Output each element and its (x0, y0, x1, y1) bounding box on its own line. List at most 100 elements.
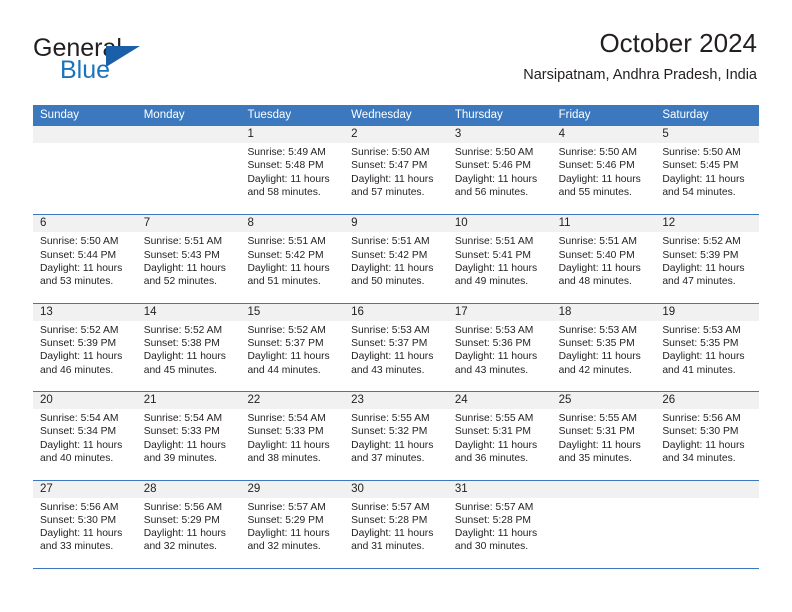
page-title: October 2024 (599, 28, 757, 58)
daylight-text: Daylight: 11 hours and 49 minutes. (454, 262, 538, 288)
day-number: 25 (551, 392, 656, 410)
sunrise-text: Sunrise: 5:56 AM (143, 501, 223, 513)
day-details: Sunrise: 5:54 AM Sunset: 5:33 PM Dayligh… (137, 409, 241, 465)
day-details: Sunrise: 5:51 AM Sunset: 5:42 PM Dayligh… (344, 232, 448, 288)
day-cell[interactable] (655, 480, 760, 568)
sunset-text: Sunset: 5:32 PM (351, 426, 428, 438)
sunset-text: Sunset: 5:30 PM (662, 426, 739, 438)
day-cell[interactable]: 12 Sunrise: 5:52 AM Sunset: 5:39 PM Dayl… (655, 215, 760, 303)
day-number: 27 (33, 480, 137, 498)
day-cell[interactable]: 31 Sunrise: 5:57 AM Sunset: 5:28 PM Dayl… (447, 480, 552, 568)
day-cell[interactable]: 24 Sunrise: 5:55 AM Sunset: 5:31 PM Dayl… (447, 392, 552, 480)
day-cell[interactable]: 13 Sunrise: 5:52 AM Sunset: 5:39 PM Dayl… (33, 303, 137, 392)
sunrise-text: Sunrise: 5:55 AM (351, 413, 430, 425)
daylight-text: Daylight: 11 hours and 36 minutes. (454, 439, 538, 465)
sunset-text: Sunset: 5:37 PM (351, 338, 428, 350)
sunset-text: Sunset: 5:38 PM (143, 338, 220, 350)
day-cell[interactable]: 6 Sunrise: 5:50 AM Sunset: 5:44 PM Dayli… (33, 215, 137, 303)
day-number (655, 480, 760, 498)
day-details: Sunrise: 5:54 AM Sunset: 5:34 PM Dayligh… (33, 409, 137, 465)
daylight-text: Daylight: 11 hours and 37 minutes. (351, 439, 434, 465)
daylight-text: Daylight: 11 hours and 58 minutes. (247, 173, 330, 198)
day-number: 9 (344, 215, 448, 233)
day-cell[interactable] (551, 480, 656, 568)
day-cell[interactable]: 7 Sunrise: 5:51 AM Sunset: 5:43 PM Dayli… (136, 215, 241, 303)
day-cell[interactable]: 14 Sunrise: 5:52 AM Sunset: 5:38 PM Dayl… (136, 303, 241, 392)
daylight-text: Daylight: 11 hours and 35 minutes. (558, 439, 641, 465)
sunset-text: Sunset: 5:35 PM (558, 338, 635, 350)
sunset-text: Sunset: 5:39 PM (40, 338, 117, 350)
day-cell[interactable]: 11 Sunrise: 5:51 AM Sunset: 5:40 PM Dayl… (551, 215, 656, 303)
day-cell[interactable] (136, 126, 241, 215)
day-cell[interactable]: 2 Sunrise: 5:50 AM Sunset: 5:47 PM Dayli… (344, 126, 448, 215)
day-cell[interactable]: 4 Sunrise: 5:50 AM Sunset: 5:46 PM Dayli… (551, 126, 656, 215)
day-cell[interactable]: 10 Sunrise: 5:51 AM Sunset: 5:41 PM Dayl… (447, 215, 552, 303)
weekday-header-thursday: Thursday (454, 109, 503, 121)
daylight-text: Daylight: 11 hours and 43 minutes. (454, 351, 538, 376)
day-cell[interactable]: 25 Sunrise: 5:55 AM Sunset: 5:31 PM Dayl… (551, 392, 656, 480)
day-cell[interactable]: 3 Sunrise: 5:50 AM Sunset: 5:46 PM Dayli… (447, 126, 552, 215)
day-cell[interactable]: 16 Sunrise: 5:53 AM Sunset: 5:37 PM Dayl… (344, 303, 448, 392)
day-number: 28 (136, 480, 241, 498)
day-cell[interactable]: 30 Sunrise: 5:57 AM Sunset: 5:28 PM Dayl… (344, 480, 448, 568)
sunset-text: Sunset: 5:40 PM (558, 249, 635, 261)
day-cell[interactable]: 8 Sunrise: 5:51 AM Sunset: 5:42 PM Dayli… (240, 215, 345, 303)
day-cell[interactable]: 18 Sunrise: 5:53 AM Sunset: 5:35 PM Dayl… (551, 303, 656, 392)
day-cell[interactable]: 29 Sunrise: 5:57 AM Sunset: 5:29 PM Dayl… (240, 480, 345, 568)
day-cell[interactable]: 1 Sunrise: 5:49 AM Sunset: 5:48 PM Dayli… (240, 126, 345, 215)
sunrise-text: Sunrise: 5:54 AM (143, 413, 223, 425)
calendar-grid: Sunday Monday Tuesday Wednesday Thursday… (33, 105, 760, 569)
weekday-header-wednesday: Wednesday (351, 109, 412, 121)
weekday-header-saturday: Saturday (662, 109, 709, 121)
sunset-text: Sunset: 5:36 PM (454, 338, 532, 350)
day-cell[interactable]: 23 Sunrise: 5:55 AM Sunset: 5:32 PM Dayl… (344, 392, 448, 480)
day-cell[interactable]: 19 Sunrise: 5:53 AM Sunset: 5:35 PM Dayl… (655, 303, 760, 392)
day-number: 2 (344, 126, 448, 143)
day-cell[interactable]: 28 Sunrise: 5:56 AM Sunset: 5:29 PM Dayl… (136, 480, 241, 568)
daylight-text: Daylight: 11 hours and 56 minutes. (454, 173, 538, 198)
sunset-text: Sunset: 5:28 PM (454, 514, 532, 526)
day-cell[interactable]: 26 Sunrise: 5:56 AM Sunset: 5:30 PM Dayl… (655, 392, 760, 480)
day-cell[interactable]: 20 Sunrise: 5:54 AM Sunset: 5:34 PM Dayl… (33, 392, 137, 480)
sunrise-text: Sunrise: 5:53 AM (454, 324, 534, 336)
week-row: 13 Sunrise: 5:52 AM Sunset: 5:39 PM Dayl… (33, 302, 760, 392)
day-number: 4 (551, 126, 656, 143)
sunrise-text: Sunrise: 5:52 AM (662, 236, 741, 248)
sunset-text: Sunset: 5:29 PM (143, 514, 220, 526)
sunrise-text: Sunrise: 5:53 AM (558, 324, 638, 336)
day-number (136, 126, 241, 143)
day-cell[interactable]: 22 Sunrise: 5:54 AM Sunset: 5:33 PM Dayl… (240, 392, 345, 480)
general-blue-logo[interactable]: General Blue (33, 34, 223, 92)
day-details: Sunrise: 5:50 AM Sunset: 5:44 PM Dayligh… (33, 232, 137, 288)
day-cell[interactable] (33, 126, 137, 215)
day-cell[interactable]: 5 Sunrise: 5:50 AM Sunset: 5:45 PM Dayli… (655, 126, 760, 215)
daylight-text: Daylight: 11 hours and 34 minutes. (662, 439, 745, 465)
day-cell[interactable]: 27 Sunrise: 5:56 AM Sunset: 5:30 PM Dayl… (33, 480, 137, 568)
day-number: 31 (447, 480, 552, 498)
day-details: Sunrise: 5:50 AM Sunset: 5:45 PM Dayligh… (655, 143, 759, 199)
sunset-text: Sunset: 5:42 PM (247, 249, 324, 261)
daylight-text: Daylight: 11 hours and 52 minutes. (143, 262, 226, 288)
day-number: 3 (447, 126, 552, 143)
sunrise-text: Sunrise: 5:50 AM (40, 236, 119, 248)
day-cell[interactable]: 15 Sunrise: 5:52 AM Sunset: 5:37 PM Dayl… (240, 303, 345, 392)
daylight-text: Daylight: 11 hours and 45 minutes. (143, 351, 226, 376)
daylight-text: Daylight: 11 hours and 44 minutes. (247, 351, 330, 376)
day-details: Sunrise: 5:56 AM Sunset: 5:30 PM Dayligh… (33, 498, 137, 554)
day-cell[interactable]: 17 Sunrise: 5:53 AM Sunset: 5:36 PM Dayl… (447, 303, 552, 392)
sunrise-text: Sunrise: 5:50 AM (558, 147, 638, 158)
sunrise-text: Sunrise: 5:51 AM (454, 236, 534, 248)
weekday-header-row: Sunday Monday Tuesday Wednesday Thursday… (33, 105, 759, 126)
sunrise-text: Sunrise: 5:56 AM (40, 501, 119, 513)
day-cell[interactable]: 21 Sunrise: 5:54 AM Sunset: 5:33 PM Dayl… (136, 392, 241, 480)
daylight-text: Daylight: 11 hours and 31 minutes. (351, 528, 434, 553)
sunset-text: Sunset: 5:33 PM (247, 426, 324, 438)
sunset-text: Sunset: 5:46 PM (558, 160, 635, 172)
day-cell[interactable]: 9 Sunrise: 5:51 AM Sunset: 5:42 PM Dayli… (344, 215, 448, 303)
sunrise-text: Sunrise: 5:53 AM (662, 324, 741, 336)
day-details: Sunrise: 5:51 AM Sunset: 5:43 PM Dayligh… (137, 232, 241, 288)
weekday-header-friday: Friday (558, 109, 591, 121)
daylight-text: Daylight: 11 hours and 55 minutes. (558, 173, 641, 198)
day-number: 22 (240, 392, 345, 410)
weekday-header-sunday: Sunday (40, 109, 80, 121)
